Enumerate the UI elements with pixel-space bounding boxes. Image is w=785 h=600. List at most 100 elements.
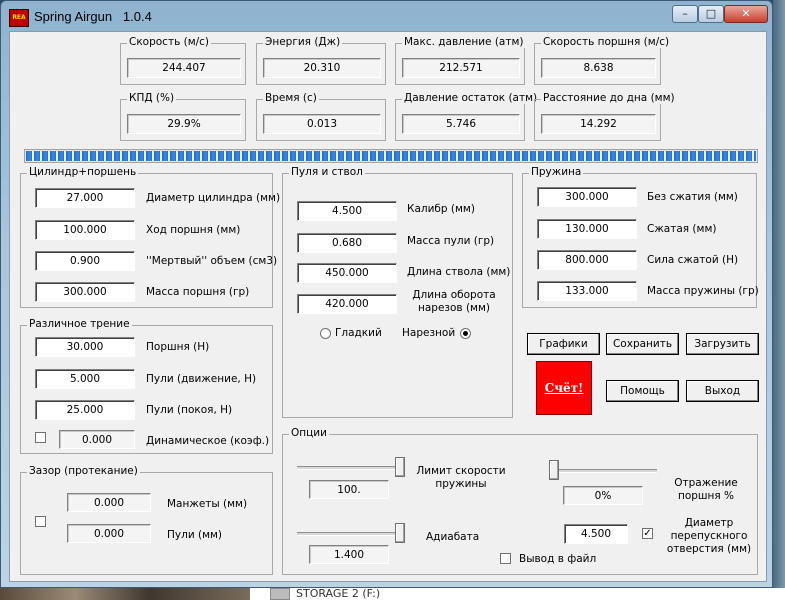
adiabat-value: 1.400: [309, 545, 389, 564]
client-area: Скорость (м/с) 244.407 Энергия (Дж) 20.3…: [9, 31, 767, 582]
piston-stroke-input[interactable]: 100.000: [35, 220, 135, 240]
spring-free-length-label: Без сжатия (мм): [647, 191, 738, 203]
speed-limit-label: Лимит скорости пружины: [416, 465, 506, 490]
bullet-barrel-group-title: Пуля и ствол: [289, 166, 365, 178]
maximize-button[interactable]: □: [698, 5, 724, 23]
reflection-slider-thumb[interactable]: [549, 460, 559, 480]
dead-volume-input[interactable]: 0.900: [35, 251, 135, 271]
background-window-edge: [773, 0, 785, 588]
reflection-slider-track: [549, 469, 657, 473]
bullet-barrel-group: Пуля и ствол 4.500 Калибр (мм) 0.680 Мас…: [282, 166, 513, 418]
result-time-value: 0.013: [263, 114, 381, 134]
load-button[interactable]: Загрузить: [686, 333, 759, 355]
file-output-label: Вывод в файл: [519, 553, 597, 565]
spring-free-length-input[interactable]: 300.000: [537, 187, 637, 207]
result-speed-group: Скорость (м/с) 244.407: [120, 36, 246, 85]
piston-friction-label: Поршня (Н): [146, 341, 210, 353]
radio-selected-dot: [463, 331, 468, 336]
options-group-title: Опции: [289, 427, 329, 439]
speed-limit-slider-thumb[interactable]: [395, 457, 405, 477]
rifled-barrel-radio[interactable]: [460, 328, 471, 339]
help-button[interactable]: Помощь: [606, 380, 679, 402]
adiabat-slider-thumb[interactable]: [395, 523, 405, 543]
piston-friction-input[interactable]: 30.000: [35, 337, 135, 357]
graphs-button[interactable]: Графики: [527, 333, 600, 355]
twist-rate-input[interactable]: 420.000: [297, 294, 397, 314]
app-version: 1.0.4: [122, 9, 152, 24]
cylinder-group: Цилиндр+поршень 27.000 Диаметр цилиндра …: [20, 166, 280, 308]
result-energy-label: Энергия (Дж): [263, 36, 343, 48]
options-group: Опции 100. Лимит скорости пружины 1.400 …: [282, 427, 758, 575]
close-button[interactable]: ✕: [724, 5, 768, 23]
piston-stroke-label: Ход поршня (мм): [146, 224, 241, 236]
bullet-static-friction-input[interactable]: 25.000: [35, 400, 135, 420]
spring-compressed-label: Сжатая (мм): [647, 223, 717, 235]
result-speed-value: 244.407: [127, 58, 241, 78]
title-bar[interactable]: REA Spring Airgun 1.0.4 – □ ✕: [1, 1, 774, 31]
result-piston-speed-group: Скорость поршня (м/с) 8.638: [534, 36, 672, 85]
barrel-length-label: Длина ствола (мм): [407, 266, 511, 278]
spring-force-label: Сила сжатой (Н): [647, 254, 739, 266]
cylinder-diameter-label: Диаметр цилиндра (мм): [146, 192, 281, 204]
bullet-moving-friction-label: Пули (движение, Н): [146, 373, 257, 385]
result-time-label: Время (с): [263, 92, 319, 104]
bypass-checkbox[interactable]: ✓: [642, 528, 653, 539]
drive-icon: [270, 588, 290, 600]
storage-drive-label[interactable]: STORAGE 2 (F:): [296, 587, 380, 600]
spring-group: Пружина 300.000 Без сжатия (мм) 130.000 …: [522, 166, 759, 308]
result-max-pressure-label: Макс. давление (атм): [402, 36, 526, 48]
dynamic-friction-value[interactable]: 0.000: [59, 430, 135, 449]
result-efficiency-group: КПД (%) 29.9%: [120, 92, 246, 141]
reflection-value: 0%: [563, 486, 643, 505]
dynamic-friction-label: Динамическое (коэф.): [146, 435, 270, 447]
minimize-button[interactable]: –: [672, 5, 698, 23]
result-piston-speed-value: 8.638: [541, 58, 656, 78]
bullet-gap-label: Пули (мм): [167, 529, 223, 541]
save-button[interactable]: Сохранить: [606, 333, 679, 355]
result-efficiency-value: 29.9%: [127, 114, 241, 134]
result-residual-pressure-value: 5.746: [402, 114, 520, 134]
bullet-moving-friction-input[interactable]: 5.000: [35, 369, 135, 389]
spring-mass-label: Масса пружины (гр): [647, 285, 759, 297]
bullet-static-friction-label: Пули (покоя, Н): [146, 404, 233, 416]
result-residual-pressure-label: Давление остаток (атм): [402, 92, 540, 104]
adiabat-slider-track: [297, 532, 405, 536]
window-title: Spring Airgun 1.0.4: [34, 9, 152, 24]
bullet-gap-value[interactable]: 0.000: [67, 524, 151, 543]
barrel-length-input[interactable]: 450.000: [297, 263, 397, 283]
result-distance-value: 14.292: [541, 114, 656, 134]
caliber-input[interactable]: 4.500: [297, 201, 397, 221]
exit-button[interactable]: Выход: [686, 380, 759, 402]
smooth-barrel-radio[interactable]: [320, 328, 331, 339]
result-energy-value: 20.310: [263, 58, 381, 78]
result-energy-group: Энергия (Дж) 20.310: [256, 36, 386, 85]
dead-volume-label: ''Мертвый'' объем (см3): [146, 255, 278, 267]
speed-limit-slider-track: [297, 466, 405, 470]
bypass-diameter-input[interactable]: 4.500: [564, 524, 628, 544]
result-max-pressure-group: Макс. давление (атм) 212.571: [395, 36, 526, 85]
app-logo-icon: REA: [9, 9, 29, 27]
spring-group-title: Пружина: [529, 166, 584, 178]
piston-mass-input[interactable]: 300.000: [35, 282, 135, 302]
cylinder-diameter-input[interactable]: 27.000: [35, 188, 135, 208]
reflection-label: Отражение поршня %: [674, 477, 738, 502]
friction-group: Различное трение 30.000 Поршня (Н) 5.000…: [20, 318, 273, 454]
gap-group: Зазор (протекание) 0.000 Манжеты (мм) 0.…: [20, 465, 273, 575]
progress-bar-fill: [26, 151, 756, 161]
bullet-mass-input[interactable]: 0.680: [297, 233, 397, 253]
calculate-button[interactable]: Счёт!: [536, 361, 592, 415]
gap-group-title: Зазор (протекание): [27, 465, 140, 477]
result-residual-pressure-group: Давление остаток (атм) 5.746: [395, 92, 540, 141]
seal-gap-value[interactable]: 0.000: [67, 493, 151, 512]
gap-checkbox[interactable]: [35, 516, 46, 527]
spring-compressed-input[interactable]: 130.000: [537, 219, 637, 239]
seal-gap-label: Манжеты (мм): [167, 498, 248, 510]
file-output-checkbox[interactable]: [500, 553, 511, 564]
dynamic-friction-checkbox[interactable]: [35, 432, 46, 443]
cylinder-group-title: Цилиндр+поршень: [27, 166, 139, 178]
app-name: Spring Airgun: [34, 9, 113, 24]
spring-force-input[interactable]: 800.000: [537, 250, 637, 270]
result-efficiency-label: КПД (%): [127, 92, 177, 104]
spring-mass-input[interactable]: 133.000: [537, 281, 637, 301]
caliber-label: Калибр (мм): [407, 203, 475, 215]
